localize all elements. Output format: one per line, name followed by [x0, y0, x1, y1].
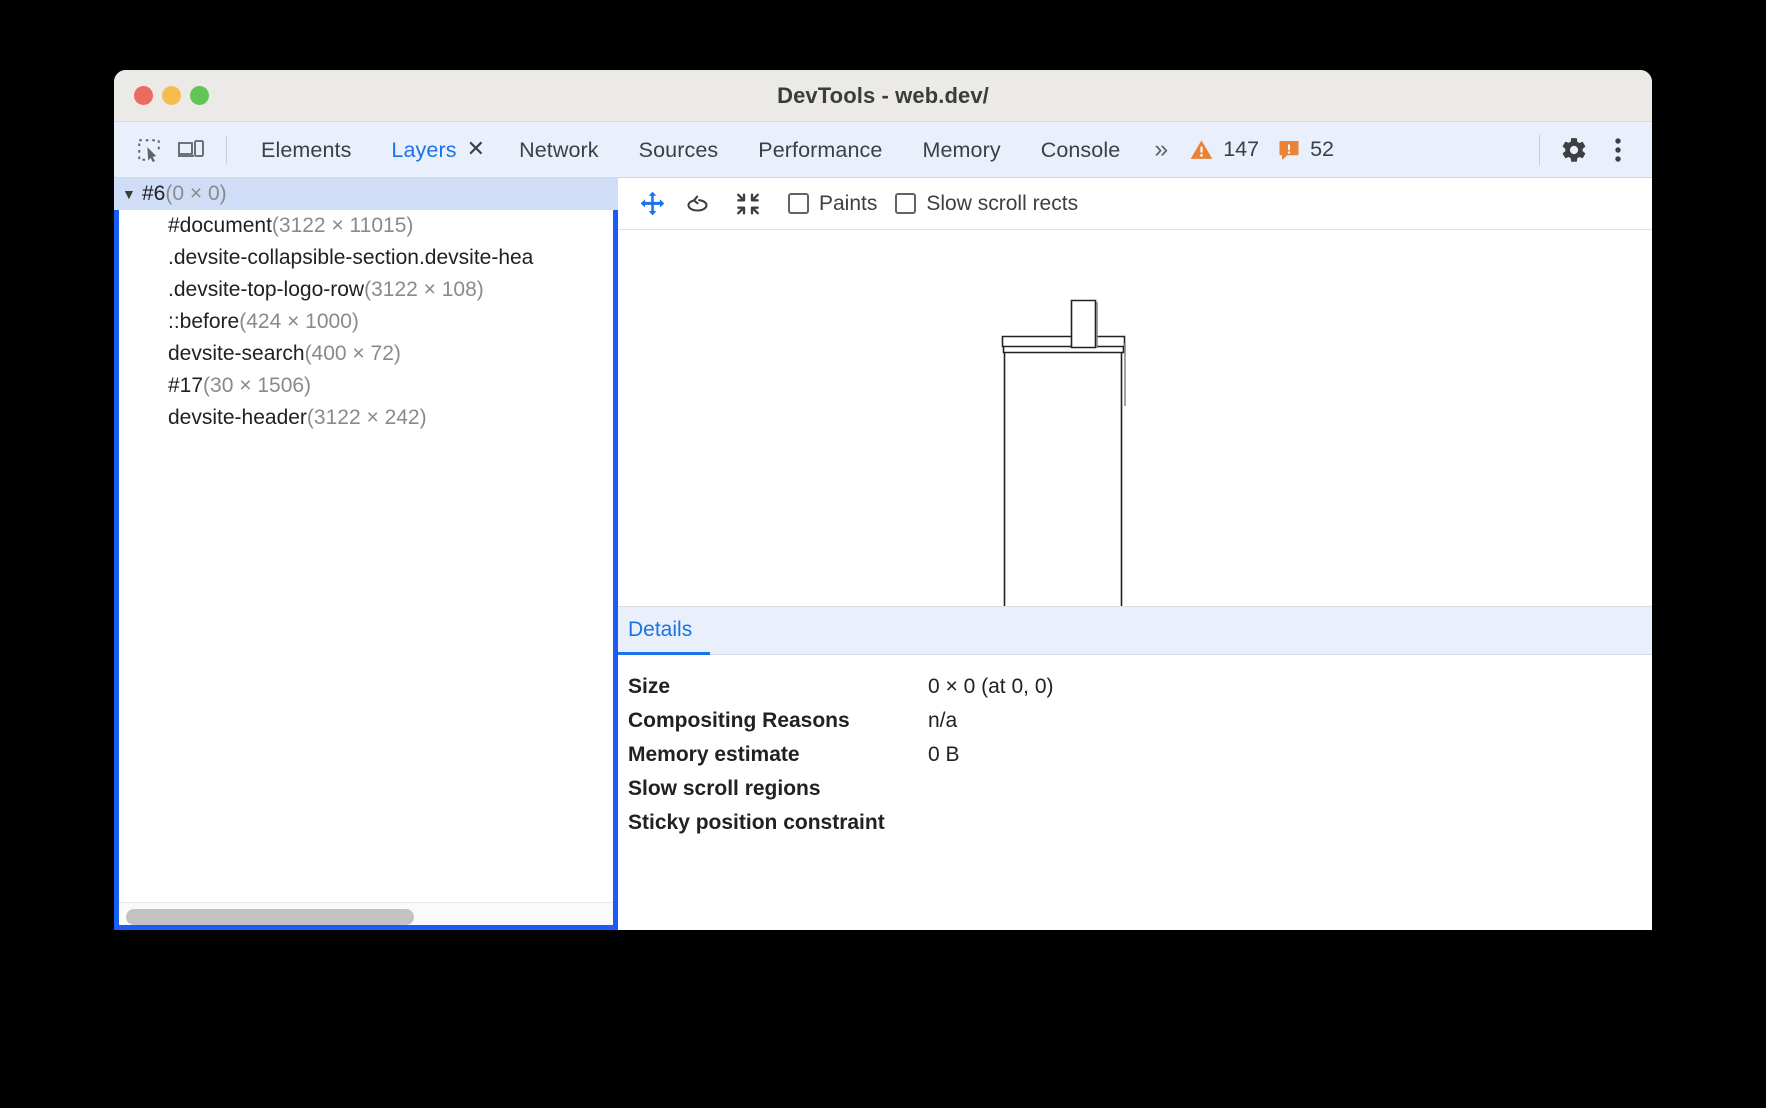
details-value: n/a	[928, 705, 957, 737]
window-title: DevTools - web.dev/	[114, 83, 1652, 109]
kebab-menu-icon[interactable]	[1596, 128, 1640, 172]
pan-mode-icon[interactable]	[630, 182, 674, 226]
tabbar-actions	[1533, 128, 1640, 172]
window-titlebar: DevTools - web.dev/	[114, 70, 1652, 122]
layer-tree-row[interactable]: devsite-search (400 × 72)	[114, 338, 618, 370]
devtools-content: ▼ #6 (0 × 0) #document (3122 × 11015) .d…	[114, 178, 1652, 930]
more-tabs-icon[interactable]: »	[1140, 137, 1179, 162]
paints-checkbox-label: Paints	[819, 192, 877, 216]
details-row-compositing-reasons: Compositing Reasons n/a	[628, 705, 1652, 737]
layer-stack-rendering	[618, 230, 1652, 606]
details-label: Compositing Reasons	[628, 705, 928, 737]
tab-performance[interactable]: Performance	[738, 122, 902, 178]
layer-node-name: #17	[168, 374, 203, 398]
toolbar-divider	[226, 136, 227, 164]
close-tab-icon[interactable]: ✕	[467, 138, 486, 160]
details-body: Size 0 × 0 (at 0, 0) Compositing Reasons…	[618, 655, 1652, 839]
warning-counter[interactable]: 147	[1179, 137, 1267, 162]
layer-node-dimensions: (424 × 1000)	[239, 310, 359, 334]
details-label: Slow scroll regions	[628, 773, 928, 805]
error-message-icon	[1277, 138, 1301, 162]
reset-view-icon[interactable]	[726, 182, 770, 226]
paints-checkbox[interactable]: Paints	[788, 192, 877, 216]
details-row-memory-estimate: Memory estimate 0 B	[628, 739, 1652, 771]
layers-3d-canvas[interactable]	[618, 230, 1652, 606]
layer-tree-row[interactable]: #17 (30 × 1506)	[114, 370, 618, 402]
details-value: 0 B	[928, 739, 960, 771]
tab-console[interactable]: Console	[1021, 122, 1141, 178]
gear-icon[interactable]	[1552, 128, 1596, 172]
error-counter[interactable]: 52	[1267, 137, 1342, 162]
devtools-window: DevTools - web.dev/ Elements Layers	[114, 70, 1652, 930]
tab-layers[interactable]: Layers ✕	[371, 122, 499, 178]
layer-tree[interactable]: ▼ #6 (0 × 0) #document (3122 × 11015) .d…	[114, 178, 618, 902]
error-count: 52	[1310, 137, 1334, 162]
layer-node-dimensions: (3122 × 108)	[364, 278, 484, 302]
layer-node-dimensions: (30 × 1506)	[203, 374, 311, 398]
layer-node-name: ::before	[168, 310, 239, 334]
details-row-sticky-position-constraint: Sticky position constraint	[628, 807, 1652, 839]
slow-scroll-rects-checkbox-label: Slow scroll rects	[926, 192, 1078, 216]
details-tabbar: Details	[618, 607, 1652, 655]
tab-elements[interactable]: Elements	[241, 122, 371, 178]
details-row-size: Size 0 × 0 (at 0, 0)	[628, 671, 1652, 703]
layer-node-name: #6	[142, 182, 165, 206]
tab-network[interactable]: Network	[499, 122, 619, 178]
scrollbar-thumb[interactable]	[126, 909, 414, 925]
tab-details[interactable]: Details	[618, 607, 710, 655]
layers-toolbar: Paints Slow scroll rects	[618, 178, 1652, 230]
layer-tree-row-root[interactable]: ▼ #6 (0 × 0)	[114, 178, 618, 210]
layer-tree-row[interactable]: .devsite-top-logo-row (3122 × 108)	[114, 274, 618, 306]
layer-node-name: devsite-header	[168, 406, 307, 430]
layer-tree-panel[interactable]: ▼ #6 (0 × 0) #document (3122 × 11015) .d…	[114, 178, 618, 930]
warning-count: 147	[1223, 137, 1259, 162]
details-value: 0 × 0 (at 0, 0)	[928, 671, 1054, 703]
details-label: Size	[628, 671, 928, 703]
layer-node-dimensions: (3122 × 11015)	[272, 214, 413, 238]
layer-tree-row[interactable]: ::before (424 × 1000)	[114, 306, 618, 338]
expand-triangle-icon[interactable]: ▼	[122, 187, 142, 201]
slow-scroll-rects-checkbox[interactable]: Slow scroll rects	[895, 192, 1078, 216]
layer-node-dimensions: (0 × 0)	[165, 182, 226, 206]
horizontal-scrollbar[interactable]	[114, 902, 618, 930]
layer-node-name: #document	[168, 214, 272, 238]
layer-node-name: devsite-search	[168, 342, 305, 366]
layer-tree-row[interactable]: .devsite-collapsible-section.devsite-hea	[114, 242, 618, 274]
tab-layers-label: Layers	[391, 122, 456, 178]
devtools-tabbar: Elements Layers ✕ Network Sources Perfor…	[114, 122, 1652, 178]
layer-tree-row[interactable]: devsite-header (3122 × 242)	[114, 402, 618, 434]
rotate-mode-icon[interactable]	[678, 182, 722, 226]
layer-node-name: .devsite-collapsible-section.devsite-hea	[168, 246, 533, 270]
device-toolbar-icon[interactable]	[170, 129, 212, 171]
tab-sources[interactable]: Sources	[619, 122, 739, 178]
inspect-element-icon[interactable]	[128, 129, 170, 171]
screen-root: DevTools - web.dev/ Elements Layers	[0, 0, 1766, 1108]
layer-node-dimensions: (3122 × 242)	[307, 406, 427, 430]
toolbar-divider-right	[1539, 135, 1540, 165]
details-label: Sticky position constraint	[628, 807, 928, 839]
layer-node-name: .devsite-top-logo-row	[168, 278, 364, 302]
layer-tree-row[interactable]: #document (3122 × 11015)	[114, 210, 618, 242]
tab-memory[interactable]: Memory	[902, 122, 1020, 178]
layers-view-panel: Paints Slow scroll rects	[618, 178, 1652, 930]
checkbox-box[interactable]	[788, 193, 809, 214]
warning-triangle-icon	[1189, 137, 1214, 162]
layer-node-dimensions: (400 × 72)	[305, 342, 401, 366]
details-row-slow-scroll-regions: Slow scroll regions	[628, 773, 1652, 805]
details-drawer: Details Size 0 × 0 (at 0, 0) Compositing…	[618, 606, 1652, 930]
checkbox-box[interactable]	[895, 193, 916, 214]
details-label: Memory estimate	[628, 739, 928, 771]
